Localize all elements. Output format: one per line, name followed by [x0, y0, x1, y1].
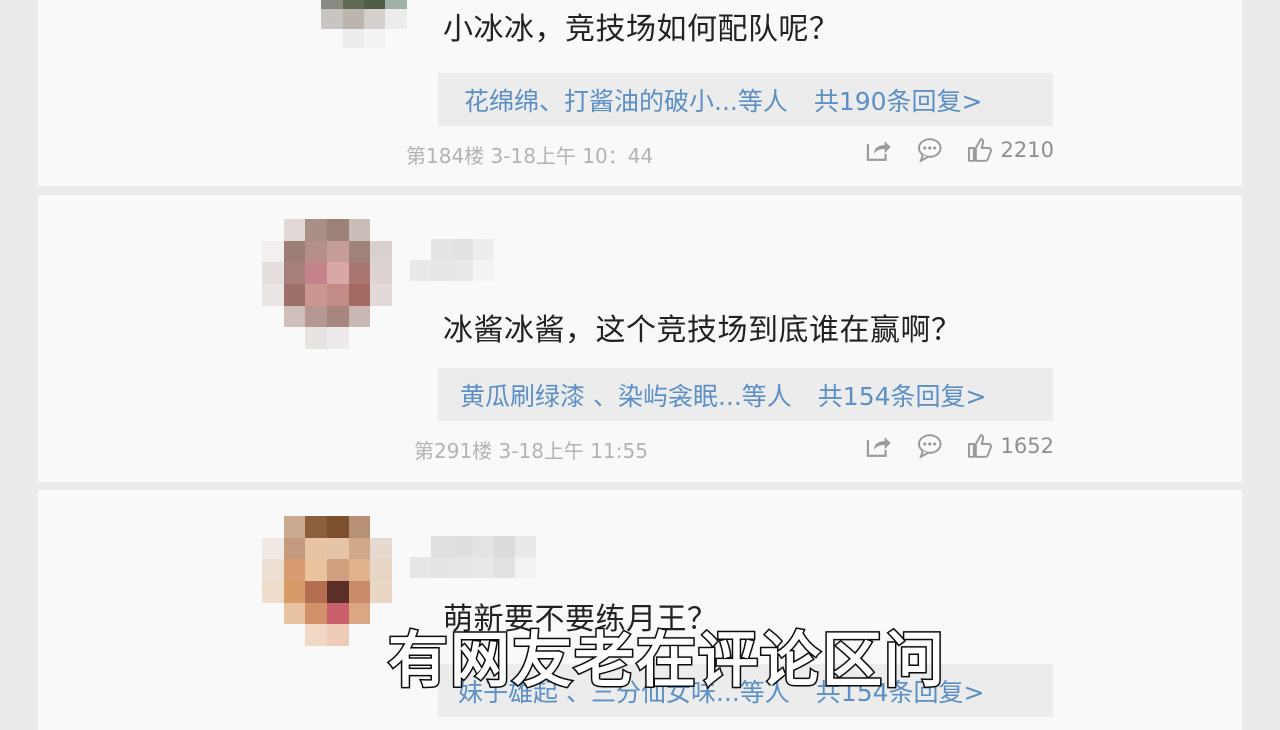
thumbs-up-icon[interactable] [967, 137, 993, 163]
share-icon[interactable] [864, 136, 892, 164]
reply-preview[interactable]: 花绵绵、打酱油的破小...等人 共190条回复> [438, 73, 1053, 126]
username-blurred[interactable] [410, 239, 494, 281]
action-bar: 2210 [864, 135, 1054, 165]
share-icon[interactable] [864, 432, 892, 460]
like-count: 1652 [1000, 434, 1054, 458]
thumbs-up-icon[interactable] [967, 433, 993, 459]
floor-time-meta: 第184楼 3-18上午 10：44 [406, 144, 654, 168]
comment-text: 小冰冰，竞技场如何配队呢？ [443, 12, 840, 47]
floor-time-meta: 第291楼 3-18上午 11:55 [414, 439, 648, 463]
comment-card-1: 小冰冰，竞技场如何配队呢？ 花绵绵、打酱油的破小...等人 共190条回复> 第… [38, 0, 1242, 186]
avatar[interactable] [300, 0, 428, 48]
like-count: 2210 [1000, 138, 1054, 162]
reply-names: 黄瓜刷绿漆 、染屿衾眠...等人 [460, 381, 792, 411]
reply-count-link[interactable]: 共154条回复> [818, 377, 987, 413]
avatar[interactable] [262, 516, 392, 646]
reply-count-link[interactable]: 共190条回复> [814, 82, 983, 118]
avatar[interactable] [262, 219, 392, 349]
comment-bubble-icon[interactable] [916, 432, 944, 460]
reply-preview[interactable]: 黄瓜刷绿漆 、染屿衾眠...等人 共154条回复> [438, 368, 1053, 421]
video-subtitle: 有网友老在评论区问 [387, 625, 946, 698]
comment-text: 冰酱冰酱，这个竞技场到底谁在赢啊？ [443, 313, 962, 348]
action-bar: 1652 [864, 431, 1054, 461]
username-blurred[interactable] [410, 536, 536, 578]
comment-card-2: 冰酱冰酱，这个竞技场到底谁在赢啊？ 黄瓜刷绿漆 、染屿衾眠...等人 共154条… [38, 195, 1242, 482]
reply-names: 花绵绵、打酱油的破小...等人 [464, 86, 788, 116]
comment-bubble-icon[interactable] [916, 136, 944, 164]
